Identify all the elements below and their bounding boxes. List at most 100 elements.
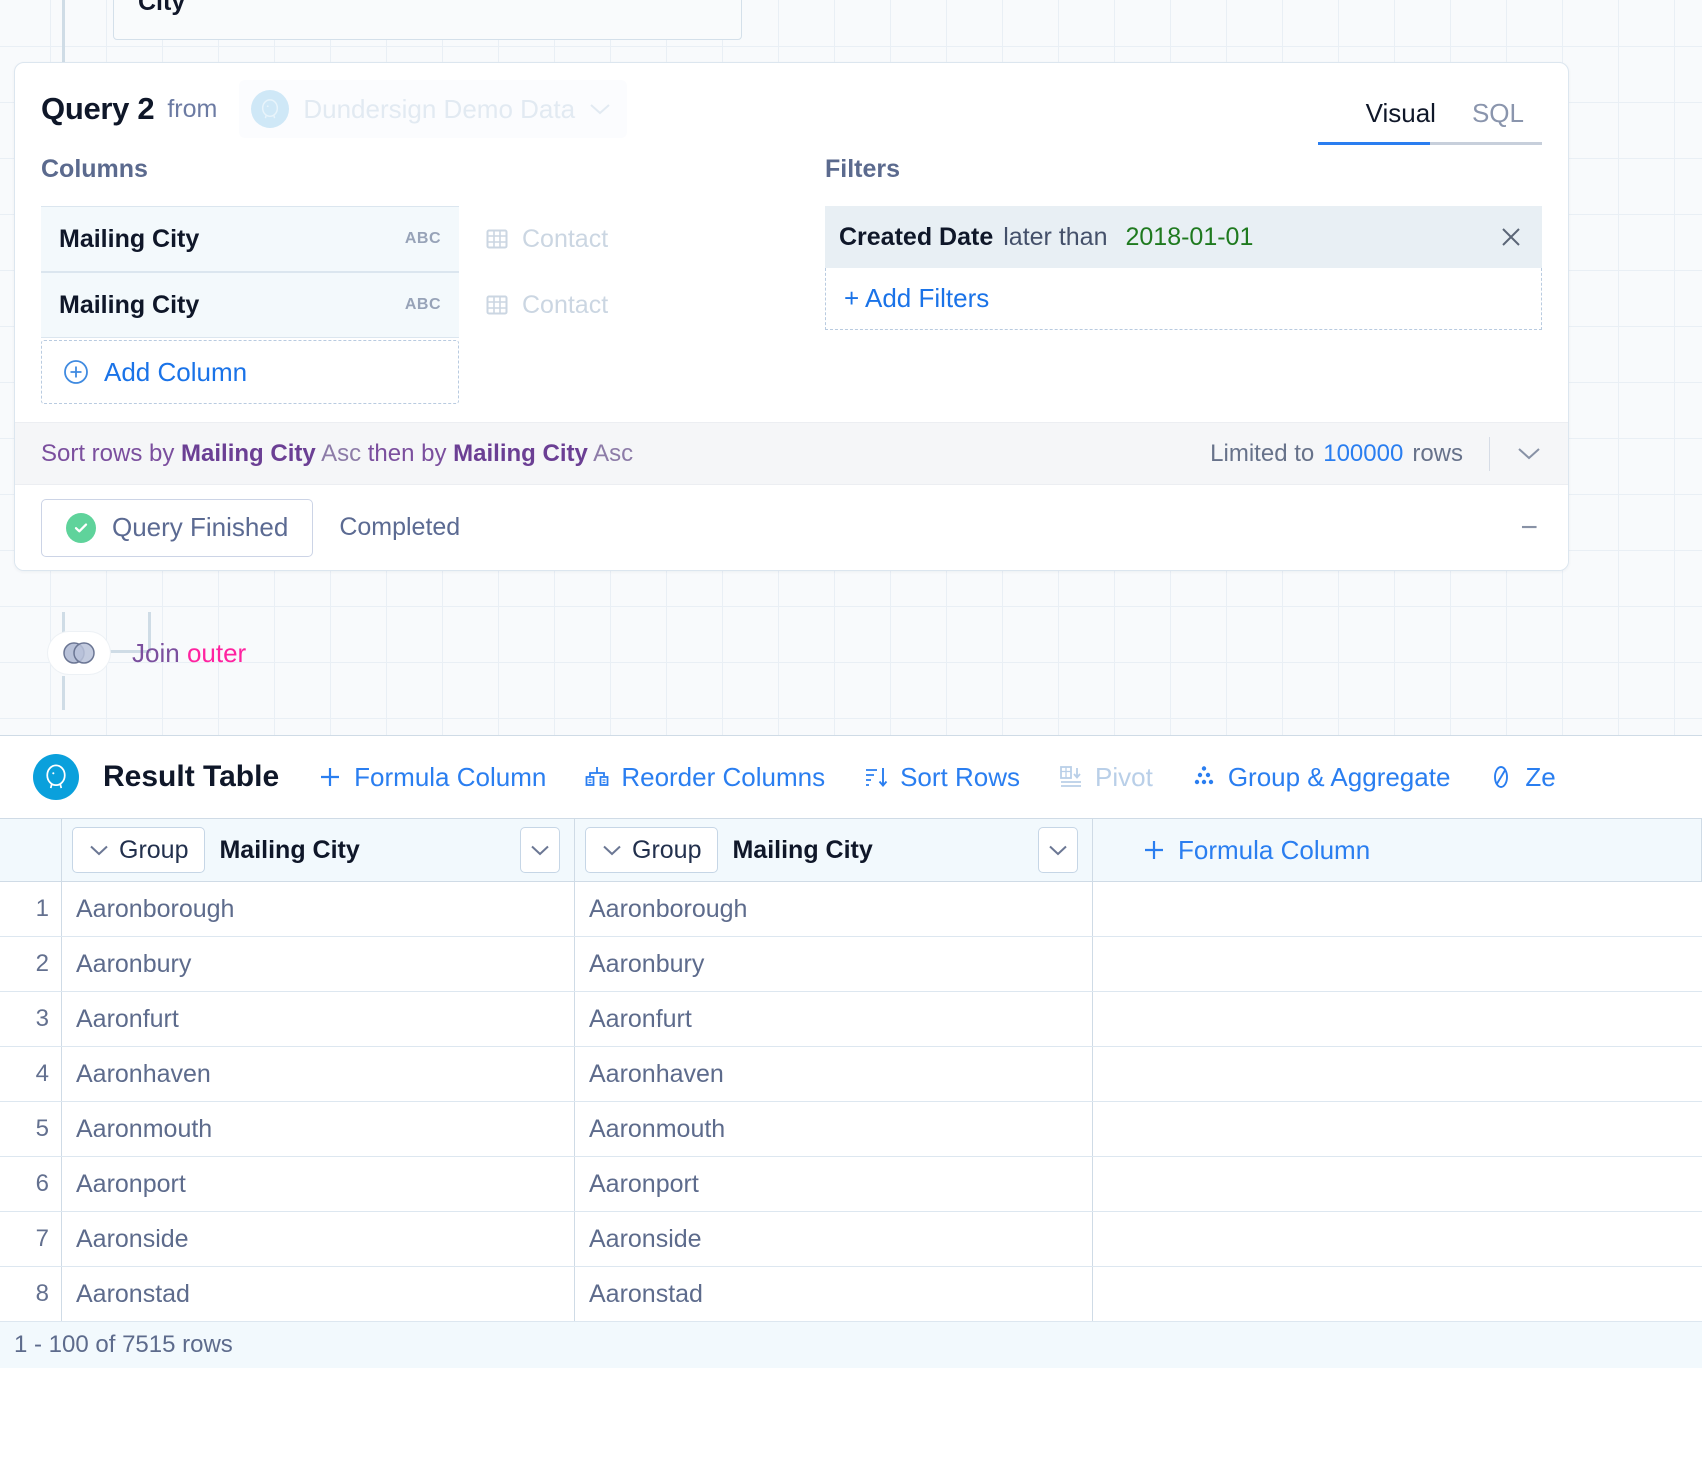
table-row[interactable]: 6 Aaronport Aaronport xyxy=(0,1157,1702,1212)
row-cell-empty[interactable] xyxy=(1093,1212,1702,1266)
row-cell-empty[interactable] xyxy=(1093,992,1702,1046)
grid-column-header: Group Mailing City xyxy=(575,819,1093,881)
group-button[interactable]: Group xyxy=(72,827,206,873)
row-cell[interactable]: Aaronside xyxy=(62,1212,575,1266)
table-row[interactable]: 5 Aaronmouth Aaronmouth xyxy=(0,1102,1702,1157)
column-name: Mailing City xyxy=(59,224,200,253)
collapse-button[interactable]: − xyxy=(1520,512,1542,543)
column-chip[interactable]: Mailing City ABC xyxy=(41,272,459,338)
tab-sql[interactable]: SQL xyxy=(1454,98,1542,141)
sort-dir-1: Asc xyxy=(321,439,362,467)
table-row[interactable]: 3 Aaronfurt Aaronfurt xyxy=(0,992,1702,1047)
sort-rows-action[interactable]: Sort Rows xyxy=(863,762,1020,793)
result-table-toolbar: Result Table Formula Column Reorder Colu… xyxy=(0,736,1702,818)
filter-chip[interactable]: Created Date later than 2018-01-01 xyxy=(825,206,1542,268)
row-index: 7 xyxy=(0,1212,62,1266)
query-status-bar: Query Finished Completed − xyxy=(15,484,1568,570)
query-card-header: Query 2 from Dundersign Demo Data Visual… xyxy=(15,63,1568,155)
grid-index-header xyxy=(0,819,62,881)
query-card: Query 2 from Dundersign Demo Data Visual… xyxy=(14,62,1569,571)
column-row: Mailing City ABC Contact xyxy=(41,272,781,338)
column-menu-button[interactable] xyxy=(1038,827,1078,873)
group-button[interactable]: Group xyxy=(585,827,719,873)
query-status-sub: Completed xyxy=(339,513,461,541)
join-toggle[interactable] xyxy=(48,632,110,674)
upstream-node-card[interactable]: City xyxy=(113,0,742,40)
group-button-label: Group xyxy=(632,835,702,864)
zero-fill-action[interactable]: Ze xyxy=(1488,762,1556,793)
row-cell[interactable]: Aaronbury xyxy=(62,937,575,991)
pivot-action: Pivot xyxy=(1058,762,1153,793)
row-cell-empty[interactable] xyxy=(1093,937,1702,991)
grid-body: 1 Aaronborough Aaronborough 2 Aaronbury … xyxy=(0,882,1702,1322)
row-cell-empty[interactable] xyxy=(1093,1102,1702,1156)
sort-summary[interactable]: Sort rows by Mailing City Asc then by Ma… xyxy=(41,440,633,468)
column-source: Contact xyxy=(459,272,608,338)
grid-formula-column-button[interactable]: Formula Column xyxy=(1141,835,1370,866)
column-menu-button[interactable] xyxy=(520,827,560,873)
group-button-label: Group xyxy=(119,835,189,864)
query-status-pill[interactable]: Query Finished xyxy=(41,498,314,557)
row-cell[interactable]: Aaronborough xyxy=(62,882,575,936)
chevron-down-icon[interactable] xyxy=(1516,446,1568,461)
reorder-columns-label: Reorder Columns xyxy=(621,761,826,792)
table-row[interactable]: 1 Aaronborough Aaronborough xyxy=(0,882,1702,937)
close-icon[interactable] xyxy=(1498,224,1524,250)
filters-section: Filters Created Date later than 2018-01-… xyxy=(781,155,1542,404)
row-cell[interactable]: Aaronborough xyxy=(575,882,1093,936)
row-cell[interactable]: Aaronside xyxy=(575,1212,1093,1266)
query-title[interactable]: Query 2 xyxy=(41,91,155,127)
row-cell[interactable]: Aaronmouth xyxy=(575,1102,1093,1156)
row-cell[interactable]: Aaronport xyxy=(62,1157,575,1211)
row-cell-empty[interactable] xyxy=(1093,882,1702,936)
table-row[interactable]: 7 Aaronside Aaronside xyxy=(0,1212,1702,1267)
row-cell-empty[interactable] xyxy=(1093,1157,1702,1211)
row-cell[interactable]: Aaronhaven xyxy=(62,1047,575,1101)
grid-column-header: Group Mailing City xyxy=(62,819,575,881)
add-column-button[interactable]: Add Column xyxy=(41,340,459,404)
formula-column-label: Formula Column xyxy=(354,761,547,792)
row-cell[interactable]: Aaronbury xyxy=(575,937,1093,991)
postgres-icon xyxy=(251,90,290,128)
add-filters-button[interactable]: + Add Filters xyxy=(825,268,1542,330)
row-index: 2 xyxy=(0,937,62,991)
tab-visual[interactable]: Visual xyxy=(1348,98,1454,141)
chevron-down-icon xyxy=(89,844,109,856)
pivot-label: Pivot xyxy=(1095,761,1153,792)
table-row[interactable]: 2 Aaronbury Aaronbury xyxy=(0,937,1702,992)
add-filters-label: + Add Filters xyxy=(844,283,990,313)
row-cell[interactable]: Aaronstad xyxy=(62,1267,575,1321)
connector-line-top xyxy=(62,0,65,62)
datasource-selector[interactable]: Dundersign Demo Data xyxy=(239,80,628,138)
row-cell[interactable]: Aaronhaven xyxy=(575,1047,1093,1101)
row-cell[interactable]: Aaronstad xyxy=(575,1267,1093,1321)
table-row[interactable]: 4 Aaronhaven Aaronhaven xyxy=(0,1047,1702,1102)
sort-middle: then by xyxy=(367,439,447,467)
table-row[interactable]: 8 Aaronstad Aaronstad xyxy=(0,1267,1702,1322)
row-index: 4 xyxy=(0,1047,62,1101)
sort-rows-label: Sort Rows xyxy=(900,761,1020,792)
row-limit-value[interactable]: 100000 xyxy=(1323,440,1403,468)
row-cell[interactable]: Aaronport xyxy=(575,1157,1093,1211)
grid-header: Group Mailing City Group Mailing City Fo… xyxy=(0,818,1702,882)
column-chip[interactable]: Mailing City ABC xyxy=(41,206,459,272)
group-aggregate-action[interactable]: Group & Aggregate xyxy=(1191,762,1450,793)
join-label[interactable]: Join outer xyxy=(132,638,246,669)
row-cell-empty[interactable] xyxy=(1093,1267,1702,1321)
query-card-body: Columns Mailing City ABC Contact Mailing… xyxy=(15,155,1568,422)
row-limit-group: Limited to 100000 rows xyxy=(1210,423,1568,484)
row-cell[interactable]: Aaronfurt xyxy=(575,992,1093,1046)
row-cell[interactable]: Aaronmouth xyxy=(62,1102,575,1156)
row-count-label: 1 - 100 of 7515 rows xyxy=(14,1331,233,1358)
sort-icon xyxy=(863,764,889,790)
row-cell-empty[interactable] xyxy=(1093,1047,1702,1101)
filter-value: 2018-01-01 xyxy=(1125,222,1254,251)
pivot-icon xyxy=(1058,764,1084,790)
query-status-label: Query Finished xyxy=(112,512,289,542)
column-row: Mailing City ABC Contact xyxy=(41,206,781,272)
chevron-down-icon xyxy=(602,844,622,856)
reorder-columns-action[interactable]: Reorder Columns xyxy=(584,762,825,793)
row-index: 8 xyxy=(0,1267,62,1321)
formula-column-action[interactable]: Formula Column xyxy=(317,762,546,793)
row-cell[interactable]: Aaronfurt xyxy=(62,992,575,1046)
